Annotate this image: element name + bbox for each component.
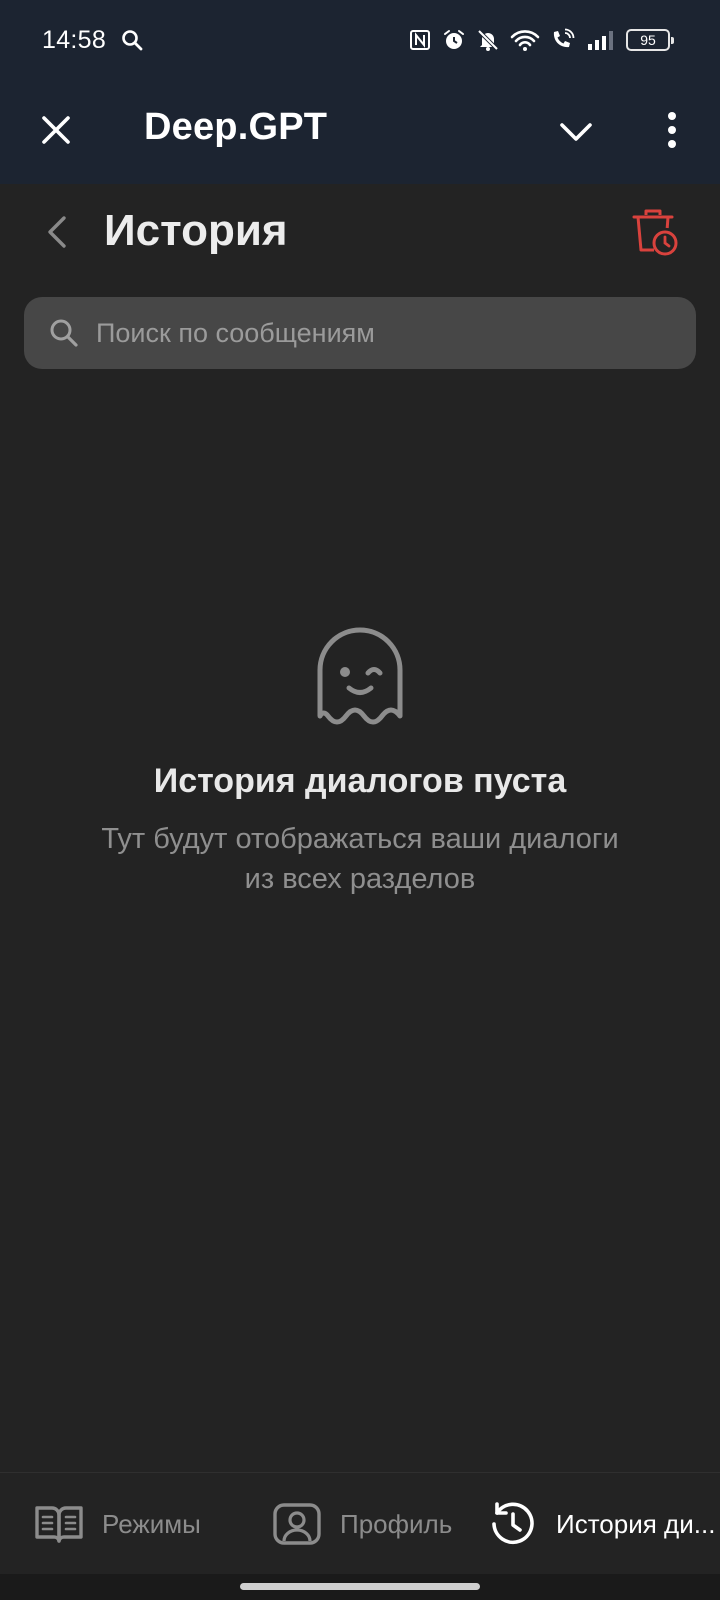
wifi-icon — [510, 28, 540, 52]
status-bar: 14:58 95 — [0, 0, 720, 80]
bottom-nav: Режимы Профиль История ди... — [0, 1472, 720, 1574]
empty-state-title: История диалогов пуста — [153, 762, 567, 800]
battery-icon: 95 — [626, 29, 674, 51]
muted-bell-icon — [476, 28, 500, 52]
back-icon[interactable] — [40, 212, 76, 252]
clear-history-icon[interactable] — [630, 206, 680, 258]
book-icon — [34, 1499, 84, 1549]
nav-item-history[interactable]: История ди... — [488, 1473, 720, 1575]
page-title: История — [104, 206, 288, 255]
home-indicator[interactable] — [240, 1583, 480, 1590]
gesture-area — [0, 1574, 720, 1600]
status-right: 95 — [408, 28, 674, 52]
empty-state: История диалогов пуста Тут будут отображ… — [0, 624, 720, 899]
battery-level: 95 — [640, 32, 656, 48]
alarm-icon — [442, 28, 466, 52]
nav-label-history: История ди... — [556, 1508, 716, 1539]
nav-item-profile[interactable]: Профиль — [272, 1473, 452, 1575]
chevron-down-icon[interactable] — [556, 112, 596, 152]
nav-item-modes[interactable]: Режимы — [34, 1473, 201, 1575]
search-input[interactable] — [96, 297, 696, 369]
search-box[interactable] — [24, 297, 696, 369]
more-vertical-icon[interactable] — [652, 108, 692, 152]
app-title: Deep.GPT — [144, 106, 328, 148]
status-left: 14:58 — [42, 26, 144, 55]
close-icon[interactable] — [36, 110, 76, 150]
search-icon — [120, 28, 144, 52]
empty-state-text: Тут будут отображаться ваши диалоги из в… — [101, 823, 619, 895]
signal-icon — [586, 28, 616, 52]
nfc-icon — [408, 28, 432, 52]
history-icon — [488, 1499, 538, 1549]
wifi-call-icon — [550, 28, 576, 52]
status-time: 14:58 — [42, 25, 107, 54]
nav-label-profile: Профиль — [340, 1508, 453, 1539]
app-toolbar: Deep.GPT — [0, 80, 720, 184]
page-header: История — [0, 184, 720, 290]
profile-icon — [272, 1499, 322, 1549]
search-field-icon — [48, 317, 80, 349]
nav-label-modes: Режимы — [102, 1508, 201, 1539]
ghost-icon — [312, 624, 408, 726]
